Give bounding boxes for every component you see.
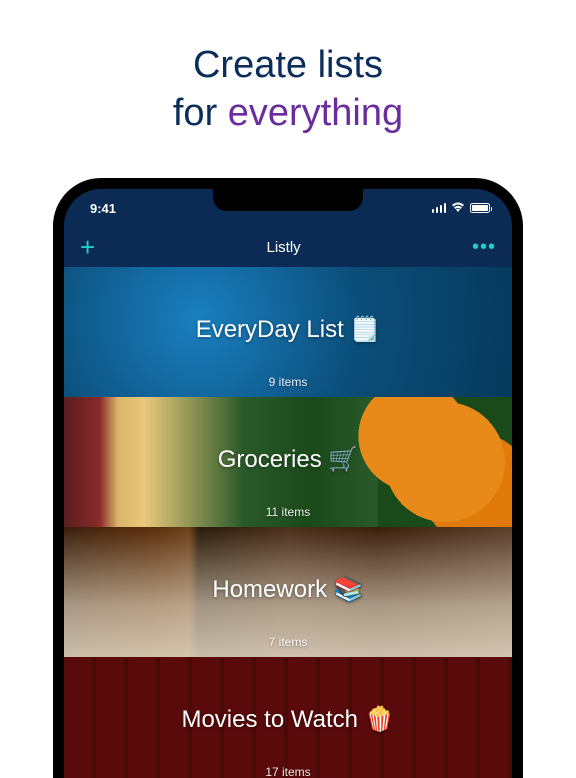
list-item-count: 9 items <box>269 375 308 389</box>
list-item-count: 11 items <box>266 505 310 519</box>
more-button[interactable]: ••• <box>472 236 496 259</box>
nav-bar: + Listly ••• <box>64 227 512 267</box>
wifi-icon <box>451 201 465 215</box>
list-card[interactable]: Homework 📚 7 items <box>64 527 512 657</box>
phone-notch <box>213 189 363 211</box>
headline-line2: for everything <box>0 90 576 138</box>
marketing-headline: Create lists for everything <box>0 0 576 137</box>
list-name: EveryDay List 🗒️ <box>196 315 381 344</box>
add-list-button[interactable]: + <box>80 234 95 260</box>
lists-container[interactable]: EveryDay List 🗒️ 9 items Groceries 🛒 11 … <box>64 267 512 778</box>
battery-icon <box>470 203 490 213</box>
list-item-count: 7 items <box>269 635 308 649</box>
list-name: Movies to Watch 🍿 <box>181 705 394 734</box>
list-card[interactable]: Groceries 🛒 11 items <box>64 397 512 527</box>
status-bar: 9:41 <box>64 189 512 227</box>
headline-line1: Create lists <box>0 42 576 90</box>
list-card[interactable]: Movies to Watch 🍿 17 items <box>64 657 512 778</box>
list-name: Groceries 🛒 <box>218 445 359 474</box>
status-time: 9:41 <box>90 201 116 216</box>
signal-icon <box>432 203 447 213</box>
list-name: Homework 📚 <box>212 575 363 604</box>
status-right <box>432 201 491 215</box>
list-item-count: 17 items <box>265 765 310 778</box>
app-title: Listly <box>266 239 300 256</box>
phone-frame: 9:41 + Listly ••• EveryDay List 🗒️ 9 ite… <box>53 178 523 778</box>
list-card[interactable]: EveryDay List 🗒️ 9 items <box>64 267 512 397</box>
